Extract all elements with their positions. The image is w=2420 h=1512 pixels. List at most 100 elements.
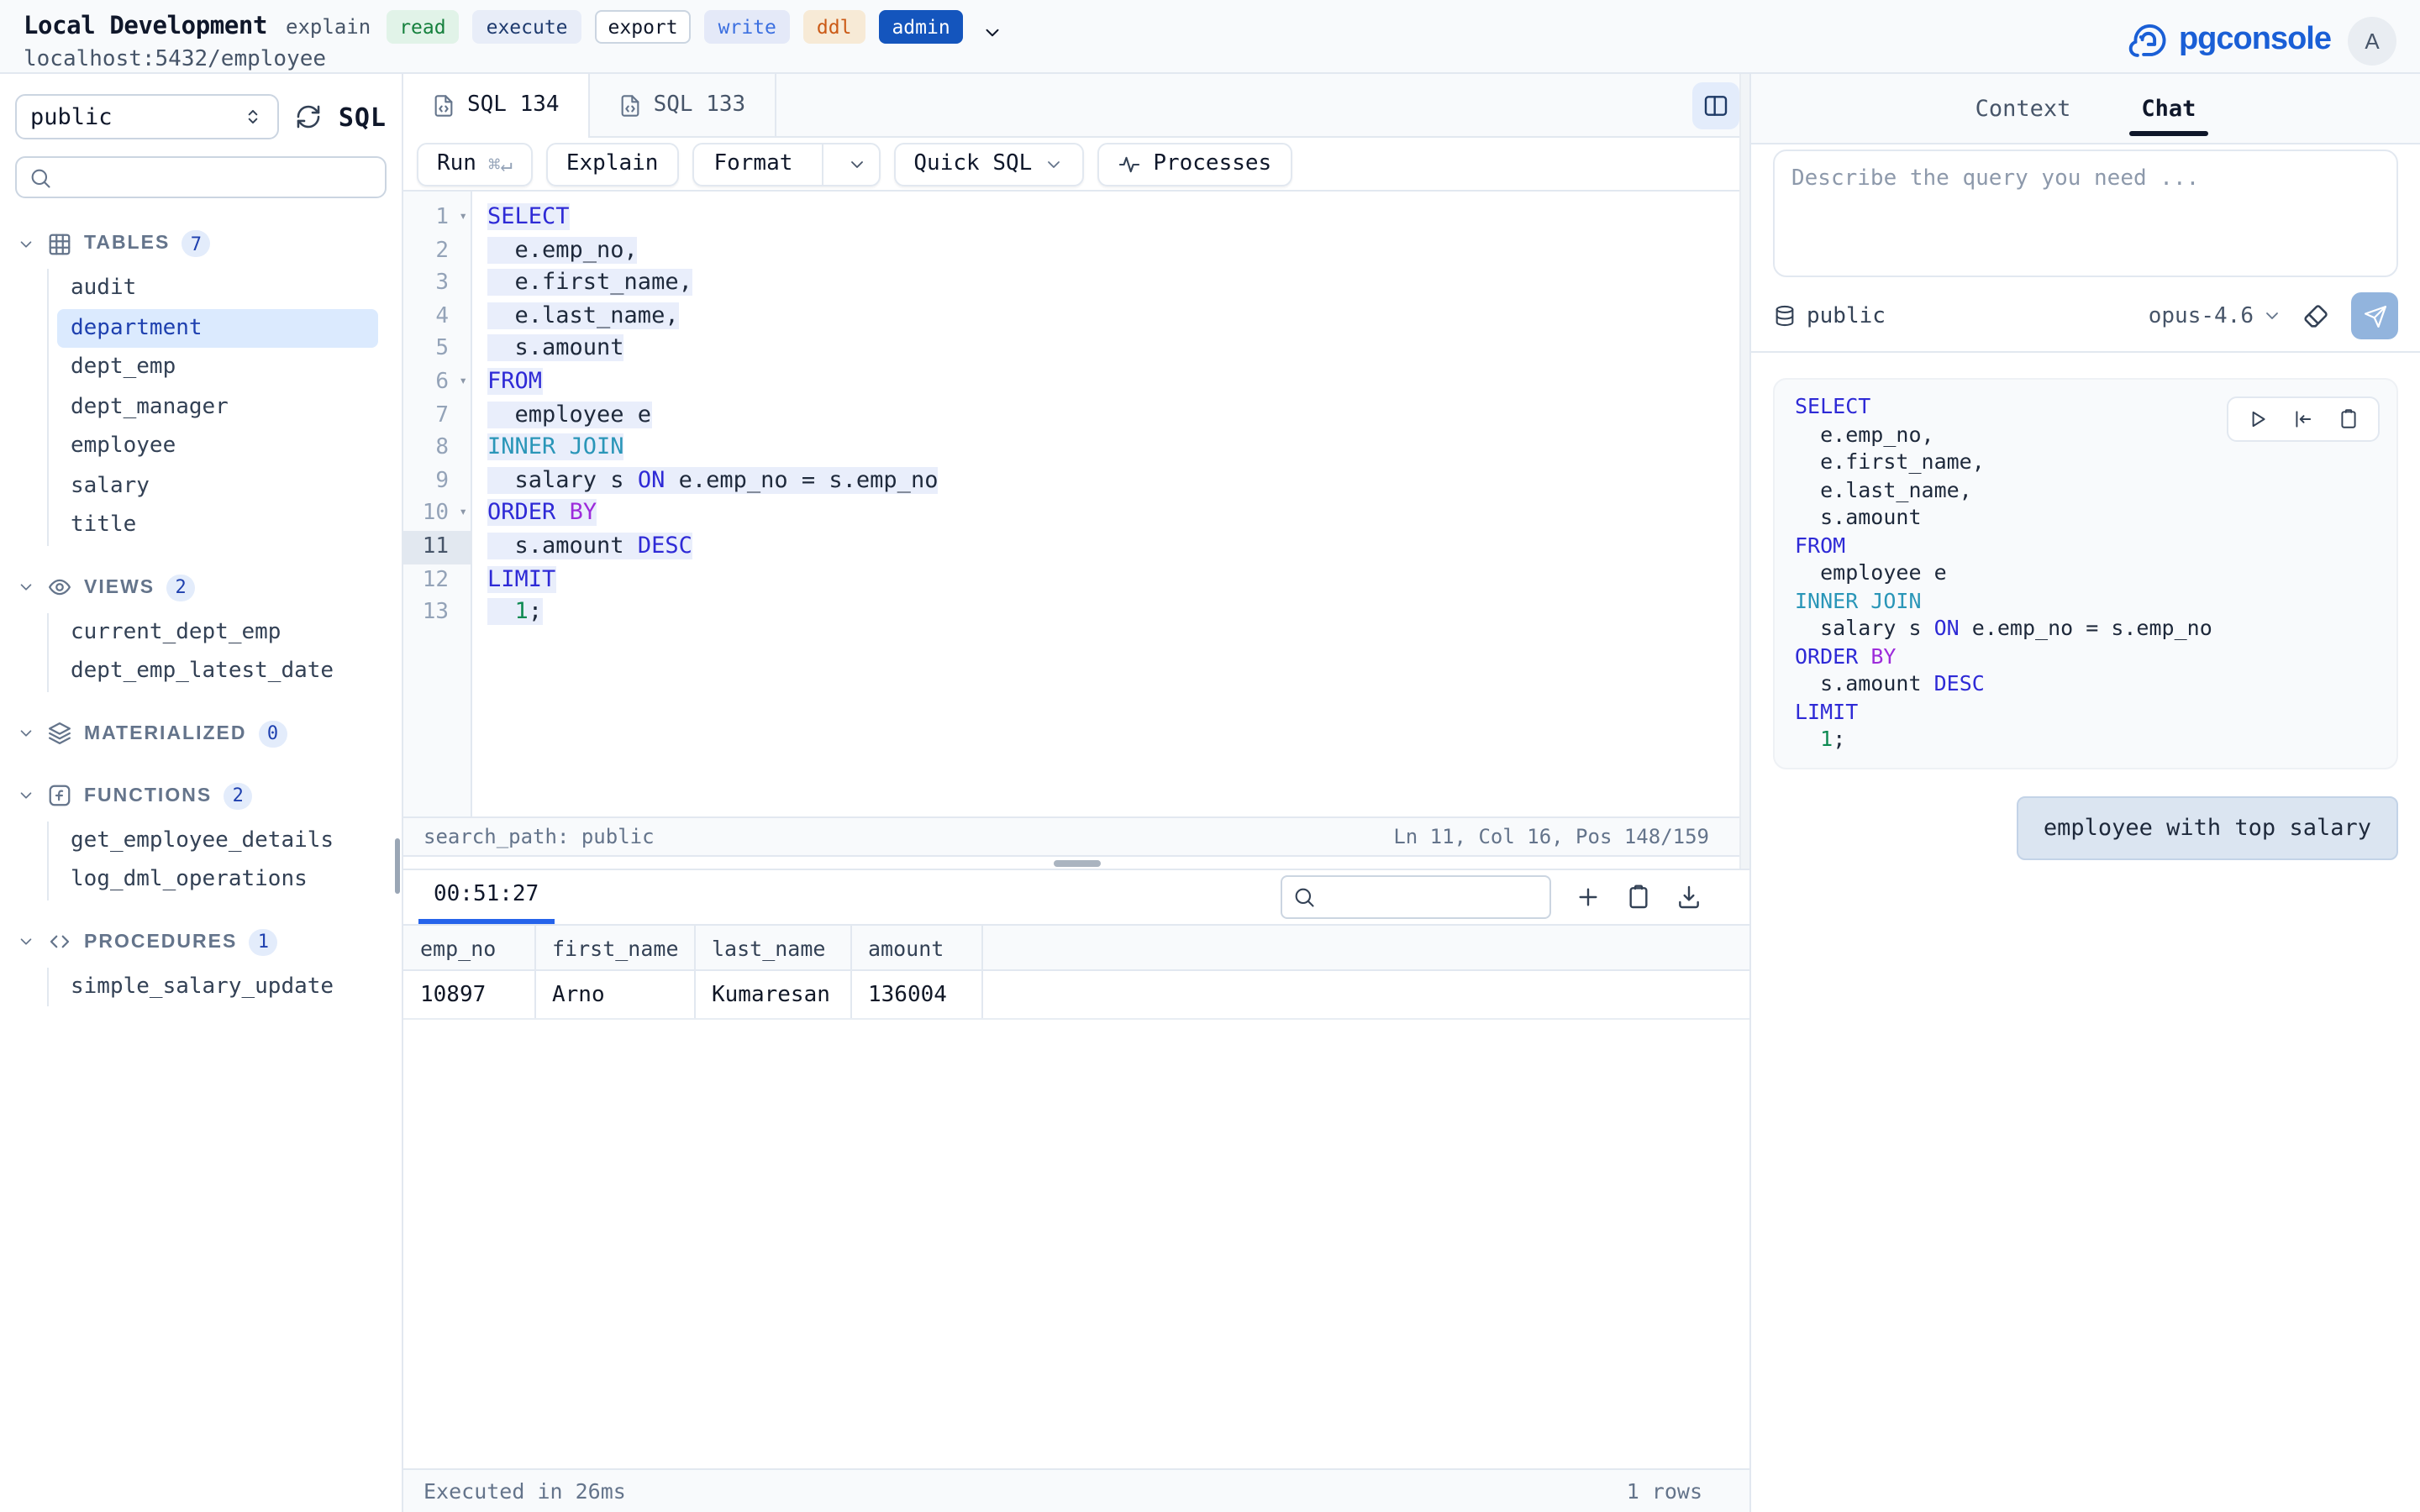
connection-string: localhost:5432/employee <box>24 47 1004 72</box>
editor-line: 8INNER JOIN <box>403 432 1749 465</box>
run-button[interactable]: Run ⌘↵ <box>417 142 533 186</box>
results-resize-handle[interactable] <box>403 857 1749 869</box>
badge-read[interactable]: read <box>386 10 459 44</box>
table-cell[interactable]: 10897 <box>403 970 534 1019</box>
connection-title: Local Development <box>24 13 267 40</box>
tab-sql-134[interactable]: SQL 134 <box>403 74 590 136</box>
results-search[interactable] <box>1281 875 1551 919</box>
processes-button[interactable]: Processes <box>1097 142 1292 186</box>
table-cell[interactable]: Kumaresan <box>694 970 850 1019</box>
section-header-tables[interactable]: TABLES7 <box>0 223 402 264</box>
sidebar-item-salary[interactable]: salary <box>49 466 402 506</box>
run-snippet-icon[interactable] <box>2247 408 2269 430</box>
editor-tab-bar: SQL 134SQL 133 <box>403 74 1749 138</box>
insert-snippet-icon[interactable] <box>2292 408 2314 430</box>
tab-sql-133[interactable]: SQL 133 <box>590 74 776 136</box>
badge-ddl[interactable]: ddl <box>803 10 865 44</box>
quick-sql-label: Quick SQL <box>913 151 1032 176</box>
copy-results-icon[interactable] <box>1625 884 1652 911</box>
sidebar-item-department[interactable]: department <box>57 308 378 348</box>
toggle-panel-button[interactable] <box>1692 81 1739 129</box>
editor-line: 2 e.emp_no, <box>403 234 1749 267</box>
column-header-empty <box>981 925 1749 970</box>
column-header-amount[interactable]: amount <box>850 925 981 970</box>
copy-snippet-icon[interactable] <box>2338 408 2360 430</box>
download-results-icon[interactable] <box>1676 884 1702 911</box>
snippet-line: FROM <box>1795 532 2376 559</box>
sidebar-scrollbar-thumb[interactable] <box>394 838 400 894</box>
connection-menu-chevron-icon[interactable] <box>982 21 1004 43</box>
pgconsole-logo: pgconsole <box>2127 18 2331 62</box>
snippet-line: e.first_name, <box>1795 449 2376 476</box>
column-header-last_name[interactable]: last_name <box>694 925 850 970</box>
sql-mode-label[interactable]: SQL <box>339 102 387 132</box>
sidebar-item-simple_salary_update[interactable]: simple_salary_update <box>49 967 402 1006</box>
send-button[interactable] <box>2351 292 2398 339</box>
selection-highlight: salary s ON e.emp_no = s.emp_no <box>487 467 938 494</box>
assistant-panel: ContextChat public opus-4.6 <box>1749 74 2420 1512</box>
tab-context[interactable]: Context <box>1972 74 2075 143</box>
refresh-icon[interactable] <box>295 102 324 131</box>
line-code: employee e <box>472 399 651 432</box>
editor-scrollbar-track[interactable] <box>1739 74 1749 869</box>
line-number: 1▾ <box>403 202 472 234</box>
table-cell[interactable]: 136004 <box>850 970 981 1019</box>
table-cell[interactable]: Arno <box>534 970 694 1019</box>
model-select[interactable]: opus-4.6 <box>2149 303 2282 328</box>
section-header-functions[interactable]: FUNCTIONS2 <box>0 775 402 816</box>
line-number: 6▾ <box>403 366 472 399</box>
sidebar-item-employee[interactable]: employee <box>49 427 402 466</box>
sidebar-item-log_dml_operations[interactable]: log_dml_operations <box>49 860 402 900</box>
sidebar-item-title[interactable]: title <box>49 506 402 545</box>
explain-button[interactable]: Explain <box>546 142 679 186</box>
badge-write[interactable]: write <box>705 10 790 44</box>
section-label: PROCEDURES <box>84 932 237 952</box>
section-header-materialized[interactable]: MATERIALIZED0 <box>0 713 402 753</box>
sidebar-item-dept_emp_latest_date[interactable]: dept_emp_latest_date <box>49 652 402 691</box>
schema-select[interactable]: public <box>15 94 280 139</box>
fold-marker[interactable]: ▾ <box>459 496 467 529</box>
results-search-input[interactable] <box>1324 885 1539 910</box>
sidebar-item-get_employee_details[interactable]: get_employee_details <box>49 821 402 860</box>
sidebar-item-current_dept_emp[interactable]: current_dept_emp <box>49 612 402 652</box>
editor-line: 3 e.first_name, <box>403 267 1749 300</box>
section-materialized: MATERIALIZED0 <box>0 713 402 753</box>
sidebar-item-audit[interactable]: audit <box>49 269 402 308</box>
section-header-procedures[interactable]: PROCEDURES1 <box>0 921 402 962</box>
table-row[interactable]: 10897ArnoKumaresan136004 <box>403 970 1749 1019</box>
format-chevron[interactable] <box>834 154 878 174</box>
fold-marker[interactable]: ▾ <box>459 200 467 233</box>
sidebar-search-input[interactable] <box>62 165 373 190</box>
editor-pane: SQL 134SQL 133 Run ⌘↵ Explain Format <box>403 74 1749 1512</box>
fold-marker[interactable]: ▾ <box>459 365 467 397</box>
editor-line: 12LIMIT <box>403 564 1749 596</box>
activity-icon <box>1118 152 1141 176</box>
sidebar-item-dept_manager[interactable]: dept_manager <box>49 387 402 427</box>
sidebar-search[interactable] <box>15 156 387 198</box>
line-code: s.amount DESC <box>472 531 692 564</box>
result-tab-timer[interactable]: 00:51:27 <box>418 870 554 924</box>
section-count-badge: 7 <box>182 230 210 257</box>
chat-input[interactable] <box>1773 150 2398 277</box>
format-button[interactable]: Format <box>692 142 880 186</box>
search-icon <box>1292 885 1316 909</box>
assistant-tab-bar: Context Chat <box>1751 74 2420 144</box>
badge-execute[interactable]: execute <box>473 10 581 44</box>
section-label: VIEWS <box>84 577 155 597</box>
column-header-first_name[interactable]: first_name <box>534 925 694 970</box>
processes-label: Processes <box>1153 151 1271 176</box>
sidebar-item-dept_emp[interactable]: dept_emp <box>49 348 402 387</box>
chevron-down-icon <box>17 234 35 253</box>
badge-export[interactable]: export <box>595 10 692 44</box>
clear-chat-icon[interactable] <box>2302 302 2331 330</box>
add-result-tab-icon[interactable] <box>1575 884 1602 911</box>
badge-admin[interactable]: admin <box>878 10 963 44</box>
tab-chat[interactable]: Chat <box>2138 74 2199 143</box>
sql-editor[interactable]: 1▾SELECT2 e.emp_no,3 e.first_name,4 e.la… <box>403 192 1749 816</box>
avatar[interactable]: A <box>2348 16 2396 65</box>
section-header-views[interactable]: VIEWS2 <box>0 567 402 607</box>
file-code-icon <box>618 93 642 117</box>
selection-highlight: s.amount <box>487 335 624 362</box>
quick-sql-button[interactable]: Quick SQL <box>893 142 1084 186</box>
column-header-emp_no[interactable]: emp_no <box>403 925 534 970</box>
